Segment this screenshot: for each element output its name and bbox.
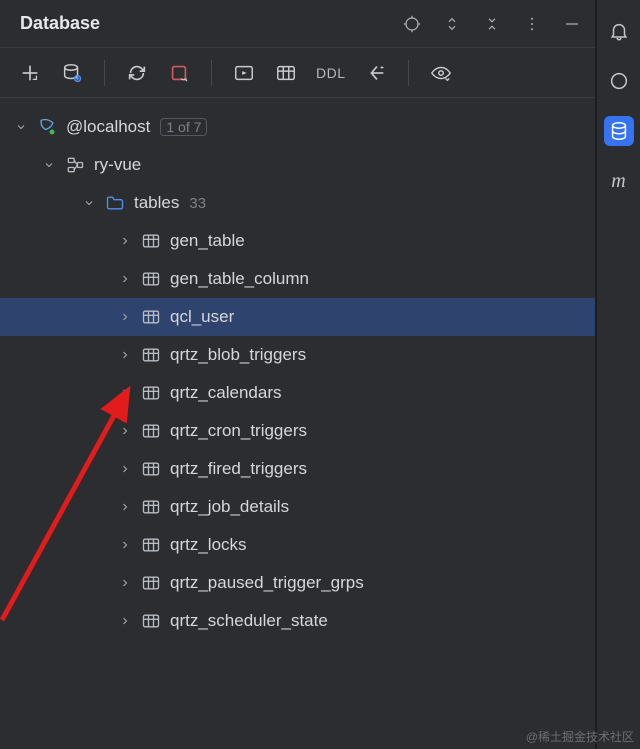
- tree-row-table[interactable]: qrtz_paused_trigger_grps: [0, 564, 595, 602]
- toolbar: DDL: [0, 48, 595, 98]
- toolbar-separator: [211, 60, 212, 86]
- expand-collapse-icon[interactable]: [443, 15, 461, 33]
- table-label: qrtz_locks: [170, 535, 247, 555]
- chevron-right-icon[interactable]: [118, 386, 132, 400]
- console-button[interactable]: [232, 61, 256, 85]
- chevron-down-icon[interactable]: [42, 158, 56, 172]
- collapse-all-icon[interactable]: [483, 15, 501, 33]
- schema-label: ry-vue: [94, 155, 141, 175]
- view-options-button[interactable]: [429, 61, 453, 85]
- tree-row-table[interactable]: qrtz_locks: [0, 526, 595, 564]
- chevron-down-icon[interactable]: [14, 120, 28, 134]
- table-label: qrtz_job_details: [170, 497, 289, 517]
- chevron-down-icon[interactable]: [82, 196, 96, 210]
- folder-icon: [104, 192, 126, 214]
- tree-row-table[interactable]: qrtz_job_details: [0, 488, 595, 526]
- add-button[interactable]: [18, 61, 42, 85]
- database-tree: @localhost 1 of 7 ry-vue tables 33 gen_t…: [0, 98, 595, 749]
- table-icon: [140, 420, 162, 442]
- table-label: qrtz_cron_triggers: [170, 421, 307, 441]
- tree-row-table[interactable]: qcl_user: [0, 298, 595, 336]
- notifications-icon[interactable]: [604, 16, 634, 46]
- database-panel: Database: [0, 0, 596, 749]
- chevron-right-icon[interactable]: [118, 462, 132, 476]
- datasource-icon: [36, 116, 58, 138]
- tree-row-table[interactable]: gen_table: [0, 222, 595, 260]
- chevron-right-icon[interactable]: [118, 348, 132, 362]
- table-label: qrtz_paused_trigger_grps: [170, 573, 364, 593]
- table-icon: [140, 344, 162, 366]
- chevron-right-icon[interactable]: [118, 614, 132, 628]
- navigate-button[interactable]: [364, 61, 388, 85]
- target-icon[interactable]: [403, 15, 421, 33]
- panel-title: Database: [20, 13, 403, 34]
- datasource-label: @localhost: [66, 117, 150, 137]
- table-icon: [140, 496, 162, 518]
- watermark: @稀土掘金技术社区: [526, 728, 634, 745]
- table-icon: [140, 610, 162, 632]
- tree-row-folder[interactable]: tables 33: [0, 184, 595, 222]
- folder-count: 33: [189, 195, 206, 212]
- title-bar: Database: [0, 0, 595, 48]
- tree-row-table[interactable]: qrtz_fired_triggers: [0, 450, 595, 488]
- database-toolwindow-icon[interactable]: [604, 116, 634, 146]
- tree-row-table[interactable]: qrtz_calendars: [0, 374, 595, 412]
- table-label: qrtz_scheduler_state: [170, 611, 328, 631]
- minimize-icon[interactable]: [563, 15, 581, 33]
- table-icon: [140, 458, 162, 480]
- more-icon[interactable]: [523, 15, 541, 33]
- table-label: qrtz_blob_triggers: [170, 345, 306, 365]
- tree-row-datasource[interactable]: @localhost 1 of 7: [0, 108, 595, 146]
- table-label: qrtz_fired_triggers: [170, 459, 307, 479]
- tree-row-schema[interactable]: ry-vue: [0, 146, 595, 184]
- table-view-button[interactable]: [274, 61, 298, 85]
- table-icon: [140, 382, 162, 404]
- chevron-right-icon[interactable]: [118, 576, 132, 590]
- table-label: qrtz_calendars: [170, 383, 282, 403]
- chevron-right-icon[interactable]: [118, 234, 132, 248]
- table-icon: [140, 230, 162, 252]
- table-icon: [140, 268, 162, 290]
- schema-icon: [64, 154, 86, 176]
- tree-row-table[interactable]: qrtz_blob_triggers: [0, 336, 595, 374]
- chevron-right-icon[interactable]: [118, 272, 132, 286]
- datasource-properties-button[interactable]: [60, 61, 84, 85]
- right-toolstrip: m: [596, 0, 640, 749]
- chevron-right-icon[interactable]: [118, 538, 132, 552]
- toolbar-separator: [104, 60, 105, 86]
- chevron-right-icon[interactable]: [118, 500, 132, 514]
- table-label: gen_table: [170, 231, 245, 251]
- title-bar-actions: [403, 15, 581, 33]
- chevron-right-icon[interactable]: [118, 310, 132, 324]
- stop-button[interactable]: [167, 61, 191, 85]
- toolbar-separator: [408, 60, 409, 86]
- refresh-button[interactable]: [125, 61, 149, 85]
- ddl-button[interactable]: DDL: [316, 65, 346, 81]
- table-icon: [140, 306, 162, 328]
- tree-row-table[interactable]: qrtz_cron_triggers: [0, 412, 595, 450]
- table-icon: [140, 534, 162, 556]
- datasource-count: 1 of 7: [160, 118, 207, 136]
- tree-row-table[interactable]: gen_table_column: [0, 260, 595, 298]
- chevron-right-icon[interactable]: [118, 424, 132, 438]
- table-label: gen_table_column: [170, 269, 309, 289]
- table-icon: [140, 572, 162, 594]
- tree-row-table[interactable]: qrtz_scheduler_state: [0, 602, 595, 640]
- folder-label: tables: [134, 193, 179, 213]
- maven-toolwindow-icon[interactable]: m: [604, 166, 634, 196]
- ai-assistant-icon[interactable]: [604, 66, 634, 96]
- table-label: qcl_user: [170, 307, 234, 327]
